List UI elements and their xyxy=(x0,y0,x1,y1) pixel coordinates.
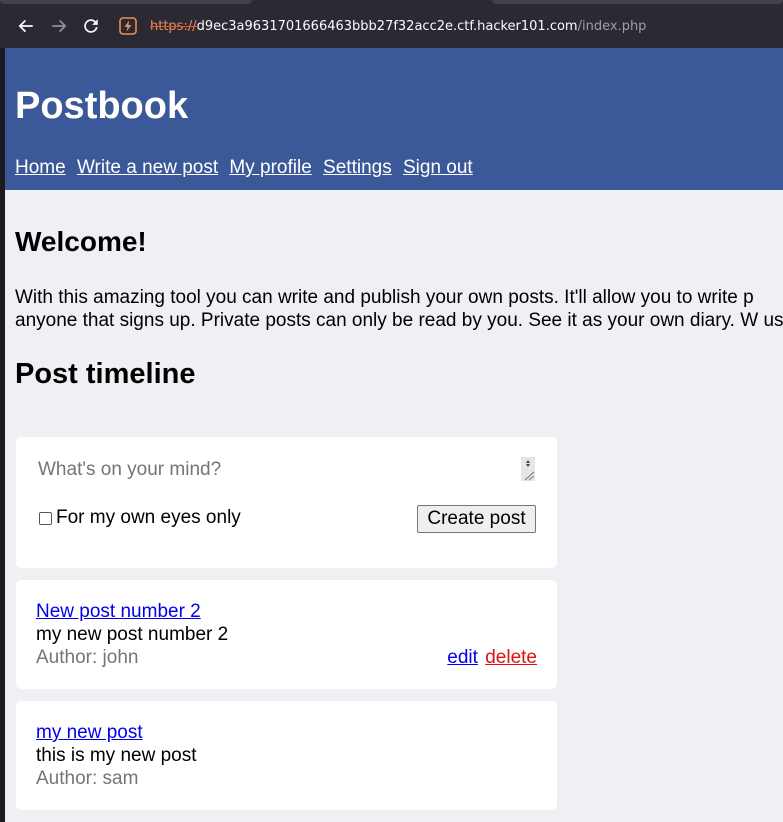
post-author: Author: john xyxy=(36,647,139,668)
private-checkbox[interactable] xyxy=(39,511,52,525)
address-bar[interactable]: https://d9ec3a9631701666463bbb27f32acc2e… xyxy=(112,8,783,44)
back-icon[interactable] xyxy=(12,12,40,40)
site-header: Postbook Home Write a new post My profil… xyxy=(5,48,783,190)
post-title-link[interactable]: my new post xyxy=(36,722,143,744)
nav-my-profile-link[interactable]: My profile xyxy=(229,157,311,178)
main-content: Welcome! With this amazing tool you can … xyxy=(5,226,783,391)
post-author: Author: sam xyxy=(36,768,139,789)
post-actions: edit delete xyxy=(447,647,537,669)
create-post-button[interactable]: Create post xyxy=(417,505,536,533)
post-card: my new post this is my new post Author: … xyxy=(16,701,557,810)
nav-write-post-link[interactable]: Write a new post xyxy=(77,157,218,178)
nav-settings-link[interactable]: Settings xyxy=(323,157,392,178)
site-brand: Postbook xyxy=(15,85,189,127)
edit-post-link[interactable]: edit xyxy=(447,647,478,668)
timeline-heading: Post timeline xyxy=(15,358,196,390)
url-host: d9ec3a9631701666463bbb27f32acc2e.ctf.hac… xyxy=(196,18,578,34)
nav-sign-out-link[interactable]: Sign out xyxy=(403,157,473,178)
url-scheme: https:// xyxy=(150,18,197,34)
welcome-heading: Welcome! xyxy=(15,226,147,257)
inactive-tab-edge[interactable] xyxy=(492,0,783,4)
post-body: this is my new post xyxy=(36,745,197,766)
insecure-connection-icon[interactable] xyxy=(118,16,138,36)
url-text: https://d9ec3a9631701666463bbb27f32acc2e… xyxy=(150,19,646,34)
main-nav: Home Write a new post My profile Setting… xyxy=(15,157,479,179)
delete-post-link[interactable]: delete xyxy=(485,647,537,668)
post-body: my new post number 2 xyxy=(36,624,229,645)
reload-icon[interactable] xyxy=(77,12,105,40)
url-path: /index.php xyxy=(577,18,647,34)
page-viewport: Postbook Home Write a new post My profil… xyxy=(5,48,783,822)
browser-toolbar: https://d9ec3a9631701666463bbb27f32acc2e… xyxy=(0,0,783,48)
private-post-option[interactable]: For my own eyes only xyxy=(39,507,241,529)
nav-home-link[interactable]: Home xyxy=(15,157,66,178)
new-post-form: What's on your mind? For my own eyes onl… xyxy=(16,437,557,568)
private-checkbox-label: For my own eyes only xyxy=(56,507,241,528)
active-tab-edge[interactable] xyxy=(0,0,252,4)
post-title-link[interactable]: New post number 2 xyxy=(36,601,201,623)
post-card: New post number 2 my new post number 2 A… xyxy=(16,580,557,689)
intro-text: With this amazing tool you can write and… xyxy=(15,287,783,331)
textarea-resize-handle[interactable] xyxy=(521,457,535,481)
forward-icon[interactable] xyxy=(45,12,73,40)
post-text-input[interactable]: What's on your mind? xyxy=(38,459,221,481)
